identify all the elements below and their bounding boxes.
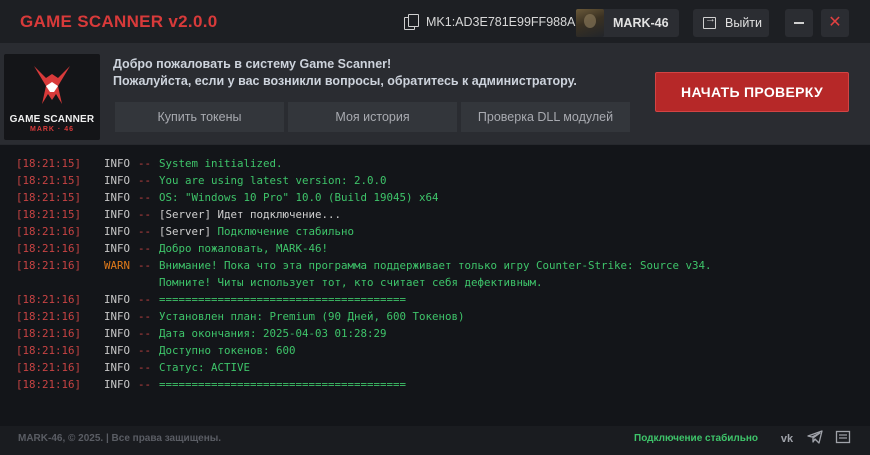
logo-emblem-icon <box>34 66 70 104</box>
log-separator: -- <box>138 344 152 357</box>
log-level: INFO <box>104 157 131 170</box>
log-message: System initialized. <box>159 157 283 170</box>
log-level: INFO <box>104 242 131 255</box>
log-timestamp: [18:21:16] <box>16 310 82 323</box>
log-separator: -- <box>138 157 152 170</box>
title-bar: GAME SCANNER v2.0.0 MK1:AD3E781E99FF988A… <box>0 0 870 44</box>
log-row: [18:21:16] INFO -- Установлен план: Premium… <box>0 308 870 325</box>
logout-label: Выйти <box>725 16 763 30</box>
log-separator: -- <box>138 327 152 340</box>
welcome-line-2: Пожалуйста, если у вас возникли вопросы,… <box>113 74 577 88</box>
buy-tokens-button[interactable]: Купить токены <box>115 102 284 132</box>
log-separator: -- <box>138 361 152 374</box>
log-message: OS: "Windows 10 Pro" 10.0 (Build 19045) … <box>159 191 439 204</box>
log-timestamp: [18:21:16] <box>16 378 82 391</box>
log-row: [18:21:16] INFO -- Статус: ACTIVE <box>0 359 870 376</box>
minimize-button[interactable] <box>785 9 813 37</box>
log-row: Помните! Читы использует тот, кто считае… <box>0 274 870 291</box>
log-level: INFO <box>104 344 131 357</box>
log-message: Дата окончания: 2025-04-03 01:28:29 <box>159 327 387 340</box>
log-separator: -- <box>138 174 152 187</box>
logo-subtitle: MARK · 46 <box>29 126 74 133</box>
log-level: INFO <box>104 327 131 340</box>
log-timestamp: [18:21:15] <box>16 191 82 204</box>
logo-title: GAME SCANNER <box>9 114 95 125</box>
log-separator: -- <box>138 378 152 391</box>
log-message: Установлен план: Premium (90 Дней, 600 Т… <box>159 310 465 323</box>
log-row: [18:21:15] INFO -- System initialized. <box>0 155 870 172</box>
log-level: INFO <box>104 208 131 221</box>
log-message: Статус: ACTIVE <box>159 361 251 374</box>
log-timestamp: [18:21:16] <box>16 293 82 306</box>
app-title: GAME SCANNER v2.0.0 <box>20 12 218 31</box>
logo: GAME SCANNER MARK · 46 <box>4 54 100 140</box>
log-message: ====================================== <box>159 293 407 306</box>
welcome-line-1: Добро пожаловать в систему Game Scanner! <box>113 57 392 71</box>
log-row: [18:21:16] INFO -- [Server] Подключение ста… <box>0 223 870 240</box>
log-separator: -- <box>138 310 152 323</box>
vk-icon[interactable]: vk <box>778 430 796 448</box>
log-timestamp: [18:21:16] <box>16 344 82 357</box>
footer: MARK-46, © 2025. | Все права защищены. П… <box>0 426 870 455</box>
header-panel: GAME SCANNER MARK · 46 Добро пожаловать … <box>0 44 870 144</box>
log-row: [18:21:15] INFO -- You are using latest ver… <box>0 172 870 189</box>
log-separator: -- <box>138 293 152 306</box>
log-message: [Server] Подключение стабильно <box>159 225 355 238</box>
telegram-icon[interactable] <box>806 430 824 448</box>
log-level: WARN <box>104 259 131 272</box>
log-timestamp: [18:21:15] <box>16 157 82 170</box>
log-console[interactable]: [18:21:15] INFO -- System initialized. [18:2… <box>0 144 870 426</box>
machine-id-text: MK1:AD3E781E99FF988A <box>426 14 576 29</box>
log-separator: -- <box>138 242 152 255</box>
log-row: [18:21:16] INFO -- Добро пожаловать, MARK-4… <box>0 240 870 257</box>
log-row: [18:21:16] INFO -- ========================… <box>0 291 870 308</box>
log-row: [18:21:15] INFO -- [Server] Идет подключени… <box>0 206 870 223</box>
connection-status: Подключение стабильно <box>634 433 759 444</box>
user-profile[interactable]: MARK-46 <box>576 9 679 37</box>
log-level: INFO <box>104 293 131 306</box>
log-separator: -- <box>138 208 152 221</box>
chat-icon[interactable] <box>834 430 852 448</box>
copyright-text: MARK-46, © 2025. | Все права защищены. <box>18 433 222 444</box>
log-level: INFO <box>104 361 131 374</box>
log-level: INFO <box>104 225 131 238</box>
log-timestamp: [18:21:16] <box>16 225 82 238</box>
log-level: INFO <box>104 378 131 391</box>
log-message: Добро пожаловать, MARK-46! <box>159 242 329 255</box>
start-scan-button[interactable]: НАЧАТЬ ПРОВЕРКУ <box>655 72 849 112</box>
log-message: You are using latest version: 2.0.0 <box>159 174 387 187</box>
log-row: [18:21:16] WARN -- Внимание! Пока что эта п… <box>0 257 870 274</box>
welcome-message: Добро пожаловать в систему Game Scanner!… <box>113 56 577 90</box>
logout-icon <box>703 13 716 29</box>
log-row: [18:21:16] INFO -- ========================… <box>0 376 870 393</box>
log-message: [Server] Идет подключение... <box>159 208 342 221</box>
log-timestamp: [18:21:16] <box>16 327 82 340</box>
log-row: [18:21:15] INFO -- OS: "Windows 10 Pro" 10.… <box>0 189 870 206</box>
log-message: Помните! Читы использует тот, кто считае… <box>159 276 543 289</box>
close-button[interactable]: ✕ <box>821 9 849 37</box>
log-row: [18:21:16] INFO -- Доступно токенов: 600 <box>0 342 870 359</box>
log-timestamp: [18:21:15] <box>16 208 82 221</box>
log-separator: -- <box>138 225 152 238</box>
log-level: INFO <box>104 191 131 204</box>
log-separator: -- <box>138 191 152 204</box>
copy-icon[interactable] <box>404 14 419 30</box>
log-row: [18:21:16] INFO -- Дата окончания: 2025-04-… <box>0 325 870 342</box>
log-timestamp: [18:21:15] <box>16 174 82 187</box>
log-separator: -- <box>138 259 152 272</box>
log-timestamp: [18:21:16] <box>16 242 82 255</box>
machine-id[interactable]: MK1:AD3E781E99FF988A <box>404 14 576 30</box>
log-message: ====================================== <box>159 378 407 391</box>
log-timestamp: [18:21:16] <box>16 361 82 374</box>
avatar <box>576 9 604 37</box>
log-level: INFO <box>104 310 131 323</box>
log-message: Внимание! Пока что эта программа поддерж… <box>159 259 712 272</box>
log-level: INFO <box>104 174 131 187</box>
my-history-button[interactable]: Моя история <box>288 102 457 132</box>
user-name: MARK-46 <box>613 16 669 30</box>
dll-check-button[interactable]: Проверка DLL модулей <box>461 102 630 132</box>
log-timestamp: [18:21:16] <box>16 259 82 272</box>
logout-button[interactable]: Выйти <box>693 9 769 37</box>
log-message: Доступно токенов: 600 <box>159 344 296 357</box>
